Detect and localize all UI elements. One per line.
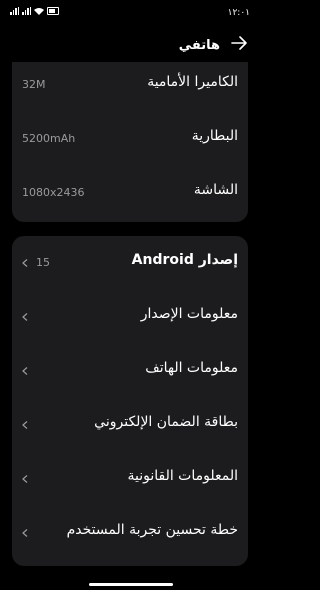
chevron-left-icon: [22, 475, 28, 483]
header: هاتفي: [0, 26, 262, 66]
spec-label: الكاميرا الأمامية: [147, 74, 238, 90]
chevron-left-icon: [22, 259, 28, 267]
menu-item-label: معلومات الهاتف: [145, 360, 238, 376]
menu-item-label: بطاقة الضمان الإلكتروني: [94, 414, 238, 430]
spec-label: الشاشة: [193, 182, 238, 198]
menu-item-label: معلومات الإصدار: [140, 306, 238, 322]
spec-value: 5200mAh: [22, 132, 76, 145]
spec-row-battery: البطارية 5200mAh: [12, 116, 248, 170]
menu-item-android-version[interactable]: إصدار Android 15: [12, 236, 248, 290]
page-title: هاتفي: [178, 38, 220, 53]
menu-card: إصدار Android 15 معلومات الإصدار معلومات…: [12, 236, 248, 566]
spec-label: البطارية: [191, 128, 238, 144]
menu-item-version-info[interactable]: معلومات الإصدار: [12, 290, 248, 344]
menu-item-label: خطة تحسين تجربة المستخدم: [66, 522, 238, 538]
menu-item-label: إصدار Android: [131, 252, 238, 268]
status-icons: [10, 7, 59, 15]
status-bar: ١٢:٠١: [0, 0, 262, 26]
chevron-left-icon: [22, 313, 28, 321]
wifi-icon: [34, 8, 44, 15]
back-arrow-icon[interactable]: [230, 34, 248, 52]
spec-row-front-camera: الكاميرا الأمامية 32M: [12, 62, 248, 116]
home-indicator[interactable]: [89, 583, 173, 586]
menu-item-label: المعلومات القانونية: [127, 468, 238, 484]
status-time: ١٢:٠١: [227, 8, 250, 18]
menu-item-user-experience-plan[interactable]: خطة تحسين تجربة المستخدم: [12, 506, 248, 560]
spec-row-screen: الشاشة 1080x2436: [12, 170, 248, 224]
spec-value: 1080x2436: [22, 186, 85, 199]
battery-icon: [47, 7, 59, 15]
android-version-value: 15: [36, 256, 50, 269]
chevron-left-icon: [22, 421, 28, 429]
chevron-left-icon: [22, 529, 28, 537]
chevron-left-icon: [22, 367, 28, 375]
spec-value: 32M: [22, 78, 46, 91]
signal-icon: [10, 7, 19, 15]
menu-item-legal-info[interactable]: المعلومات القانونية: [12, 452, 248, 506]
menu-item-phone-info[interactable]: معلومات الهاتف: [12, 344, 248, 398]
signal-icon-2: [22, 7, 31, 15]
specs-card: الكاميرا الأمامية 32M البطارية 5200mAh ا…: [12, 62, 248, 222]
menu-item-e-warranty-card[interactable]: بطاقة الضمان الإلكتروني: [12, 398, 248, 452]
